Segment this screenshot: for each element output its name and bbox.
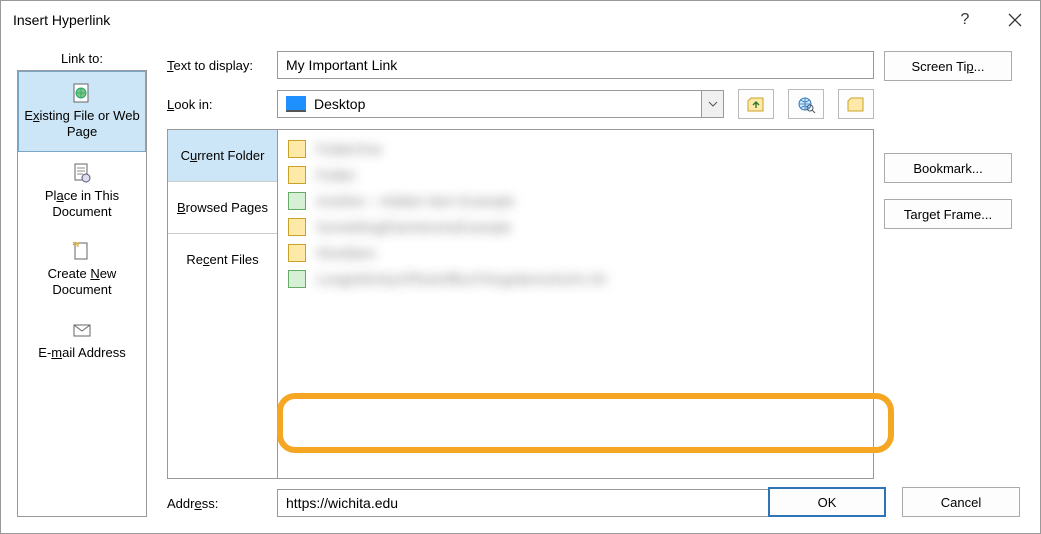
screentip-button[interactable]: Screen Tip... [884, 51, 1012, 81]
bookmark-button[interactable]: Bookmark... [884, 153, 1012, 183]
folder-icon [288, 140, 306, 158]
look-in-label: Look in: [167, 97, 277, 112]
tab-browsed-pages[interactable]: Browsed Pages [168, 182, 277, 234]
folder-icon [288, 166, 306, 184]
up-one-level-button[interactable] [738, 89, 774, 119]
link-to-panel: Existing File or Web Page Place in This … [17, 70, 147, 517]
titlebar: Insert Hyperlink ? [1, 1, 1040, 39]
close-button[interactable] [990, 1, 1040, 39]
desktop-icon [286, 96, 306, 112]
folder-icon [288, 244, 306, 262]
folder-icon [288, 218, 306, 236]
file-icon [288, 270, 306, 288]
text-to-display-label: Text to display: [167, 58, 277, 73]
browse-web-button[interactable] [788, 89, 824, 119]
list-item[interactable]: SomethingElseHereAsExample [288, 214, 863, 240]
text-to-display-input[interactable] [277, 51, 874, 79]
linkto-create-new[interactable]: Create New Document [18, 230, 146, 309]
file-icon [288, 192, 306, 210]
list-item[interactable]: Another – Hidden Item Example [288, 188, 863, 214]
insert-hyperlink-dialog: Insert Hyperlink ? Link to: Existing Fil… [0, 0, 1041, 534]
target-frame-button[interactable]: Target Frame... [884, 199, 1012, 229]
browse-tabs: Current Folder Browsed Pages Recent File… [167, 129, 277, 479]
link-to-label: Link to: [61, 51, 103, 66]
address-input[interactable] [278, 490, 851, 516]
file-list[interactable]: FolderOne Folder Another – Hidden Item E… [277, 129, 874, 479]
ok-button[interactable]: OK [768, 487, 886, 517]
linkto-email-address[interactable]: E-mail Address [18, 309, 146, 371]
cancel-button[interactable]: Cancel [902, 487, 1020, 517]
tab-current-folder[interactable]: Current Folder [168, 130, 277, 182]
new-document-icon [71, 240, 93, 262]
linkto-existing-file[interactable]: Existing File or Web Page [18, 71, 146, 152]
list-item[interactable]: LongishEntryOfTextOfficeThingsItemsSoOn … [288, 266, 863, 292]
document-anchor-icon [71, 162, 93, 184]
email-icon [71, 319, 93, 341]
browse-file-button[interactable] [838, 89, 874, 119]
address-label: Address: [167, 496, 277, 511]
chevron-down-icon[interactable] [701, 91, 723, 117]
list-item[interactable]: Shortitem [288, 240, 863, 266]
list-item[interactable]: Folder [288, 162, 863, 188]
help-button[interactable]: ? [940, 1, 990, 39]
look-in-select[interactable]: Desktop [277, 90, 724, 118]
tab-recent-files[interactable]: Recent Files [168, 234, 277, 285]
list-item[interactable]: FolderOne [288, 136, 863, 162]
globe-page-icon [71, 82, 93, 104]
linkto-place-in-doc[interactable]: Place in This Document [18, 152, 146, 231]
dialog-title: Insert Hyperlink [13, 12, 110, 28]
